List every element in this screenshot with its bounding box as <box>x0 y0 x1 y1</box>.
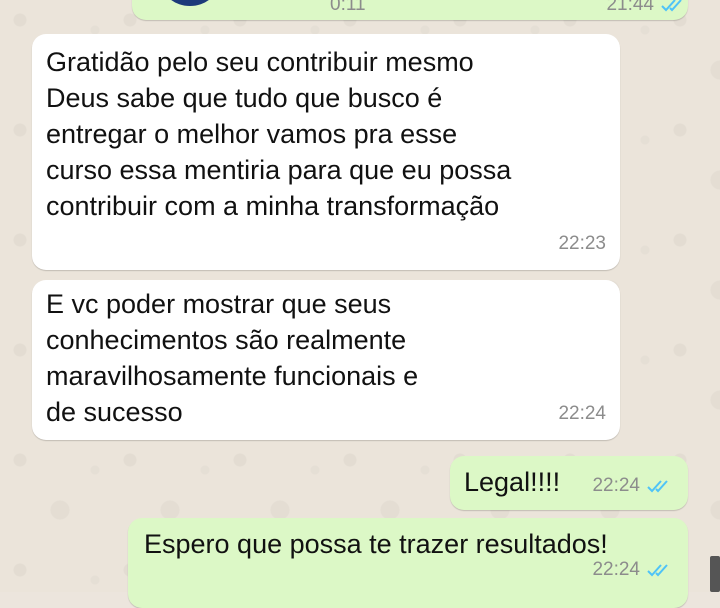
message-line: Gratidão pelo seu contribuir mesmo <box>46 47 474 77</box>
scrollbar-handle[interactable] <box>710 556 720 592</box>
message-time: 22:23 <box>558 233 606 254</box>
message-meta: 22:24 <box>558 396 606 432</box>
message-bubble-incoming[interactable]: E vc poder mostrar que seus conhecimento… <box>32 280 620 440</box>
message-bubble-outgoing[interactable]: Espero que possa te trazer resultados! 2… <box>128 518 688 608</box>
message-meta-previous: 21:44 <box>606 0 688 16</box>
message-time: 22:24 <box>558 403 606 424</box>
message-time: 22:24 <box>592 559 640 580</box>
audio-duration: 0:11 <box>330 0 366 15</box>
double-check-read-icon <box>646 562 674 578</box>
message-line: Deus sabe que tudo que busco é <box>46 83 443 113</box>
message-line: contribuir com a minha transformação <box>46 191 500 221</box>
message-bubble-outgoing[interactable]: Legal!!!! 22:24 <box>450 456 688 510</box>
message-time: 21:44 <box>606 0 654 15</box>
message-time: 22:24 <box>592 475 640 496</box>
message-line: E vc poder mostrar que seus <box>46 289 392 319</box>
double-check-read-icon <box>646 478 674 494</box>
message-meta: 22:24 <box>592 552 674 588</box>
message-bubble-incoming[interactable]: Gratidão pelo seu contribuir mesmo Deus … <box>32 34 620 270</box>
double-check-read-icon <box>660 0 688 13</box>
message-line: maravilhosamente funcionais e <box>46 361 419 391</box>
message-meta: 22:24 <box>592 468 674 504</box>
message-text: Legal!!!! <box>464 467 561 497</box>
message-line: curso essa mentiria para que eu possa <box>46 155 512 185</box>
message-line: de sucesso <box>46 397 183 427</box>
message-line: conhecimentos são realmente <box>46 325 407 355</box>
message-line: entregar o melhor vamos pra esse <box>46 119 458 149</box>
message-meta: 22:23 <box>558 226 606 262</box>
message-bubble-previous[interactable] <box>132 0 688 20</box>
